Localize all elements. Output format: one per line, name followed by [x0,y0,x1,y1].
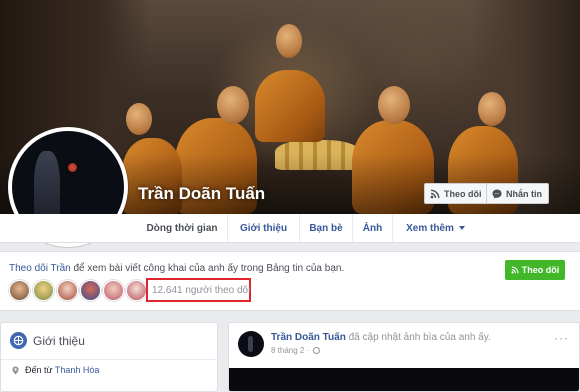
follower-avatar[interactable] [80,280,101,301]
post-options-button[interactable]: ··· [554,331,569,345]
statue-central-robe [255,70,325,142]
cover-message-button[interactable]: Nhắn tin [486,183,549,204]
monk-head-left-2 [126,103,152,135]
globe-icon [313,347,321,354]
follow-prompt: Theo dõi Trần để xem bài viết công khai … [9,263,344,274]
cover-follow-label: Theo dõi [444,188,482,199]
follower-avatar[interactable] [126,280,147,301]
intro-hometown-link[interactable]: Thanh Hóa [55,365,100,375]
tab-timeline-label: Dòng thời gian [146,222,218,234]
intro-divider [1,359,217,360]
map-pin-icon [12,366,19,375]
intro-card: Giới thiệu Đến từ Thanh Hóa [0,322,218,392]
profile-name[interactable]: Trần Doãn Tuấn [138,184,265,204]
post-header: Trần Doãn Tuấn đã cập nhật ảnh bìa của a… [271,332,491,343]
follow-prompt-text: để xem bài viết công khai của anh ấy tro… [70,263,345,274]
post-author-avatar[interactable] [238,331,264,357]
cover-message-label: Nhắn tin [506,188,542,199]
tab-more-label: Xem thêm [406,222,454,234]
cover-follow-button[interactable]: Theo dõi [424,183,489,204]
follower-avatar[interactable] [103,280,124,301]
post-author-link[interactable]: Trần Doãn Tuấn [271,332,346,343]
intro-title: Giới thiệu [33,334,85,348]
tab-photos[interactable]: Ảnh [352,214,392,242]
avatar-red-moon [68,163,77,172]
monk-head-right-1 [378,86,410,124]
post-card: Trần Doãn Tuấn đã cập nhật ảnh bìa của a… [228,322,580,392]
follow-card: Theo dõi Trần để xem bài viết công khai … [0,251,580,311]
tab-about[interactable]: Giới thiệu [227,214,299,242]
post-action-text: đã cập nhật ảnh bìa của anh ấy. [345,332,491,343]
intro-from-label: Đến từ [25,365,55,375]
intro-hometown: Đến từ Thanh Hóa [25,365,99,375]
monk-head-left-1 [217,86,249,124]
tab-friends[interactable]: Bạn bè [299,214,352,242]
post-date: 8 tháng 2 [271,346,305,355]
followers-count[interactable]: 12.641 người theo dõi [152,285,250,296]
rss-icon [430,189,440,198]
post-timestamp[interactable]: 8 tháng 2 · [271,346,321,355]
messenger-icon [492,189,502,198]
tab-about-label: Giới thiệu [239,222,288,234]
post-cover-image[interactable] [229,368,579,391]
follower-avatar[interactable] [33,280,54,301]
statue-central-head [276,24,302,58]
rss-icon [511,266,519,274]
tab-more[interactable]: Xem thêm [392,214,478,242]
follow-button-label: Theo dõi [521,265,560,275]
tab-friends-label: Bạn bè [309,222,343,234]
profile-nav: Dòng thời gian Giới thiệu Bạn bè Ảnh Xem… [0,214,580,243]
follow-link[interactable]: Theo dõi Trần [9,263,71,274]
follow-button[interactable]: Theo dõi [505,260,565,280]
chevron-down-icon [458,226,465,230]
follower-avatar[interactable] [9,280,30,301]
globe-info-icon [10,332,27,349]
tab-photos-label: Ảnh [362,222,383,234]
follower-avatar[interactable] [57,280,78,301]
followers-count-highlight: 12.641 người theo dõi [146,278,251,302]
monk-head-right-2 [478,92,506,126]
tab-timeline[interactable]: Dòng thời gian [137,214,227,242]
